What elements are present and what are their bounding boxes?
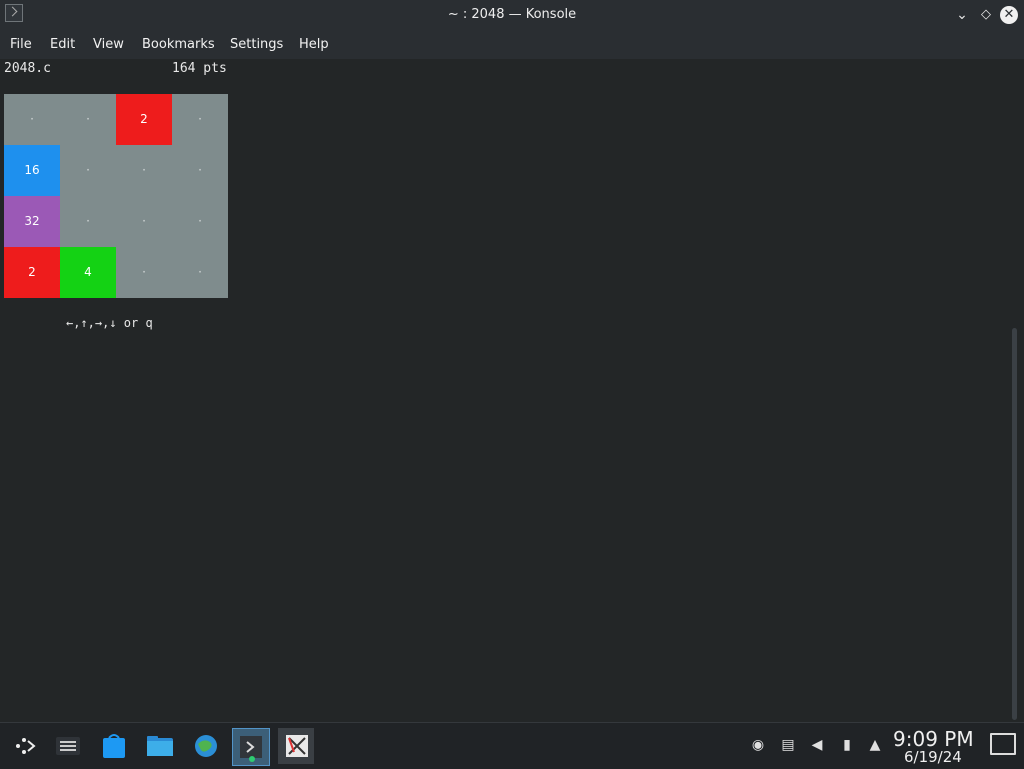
menu-file[interactable]: File [10,37,32,52]
board-tile: · [4,94,60,145]
board-tile: 4 [60,247,116,298]
clock-date[interactable]: 6/19/24 [904,748,962,766]
board-tile: 32 [4,196,60,247]
show-desktop-button[interactable] [990,733,1016,755]
volume-icon[interactable]: ◀ [809,737,825,753]
system-settings-icon[interactable] [50,728,86,764]
board-tile: · [116,145,172,196]
board-tile: 16 [4,145,60,196]
clipboard-icon[interactable]: ▤ [780,737,796,753]
menu-settings[interactable]: Settings [230,37,283,52]
board-tile: · [172,94,228,145]
board-tile: · [60,145,116,196]
menu-view[interactable]: View [93,37,124,52]
discover-store-icon[interactable] [96,728,132,764]
board-tile: · [60,196,116,247]
tray-expand-icon[interactable]: ▲ [867,737,883,753]
menu-edit[interactable]: Edit [50,37,75,52]
menubar: File Edit View Bookmarks Settings Help [0,30,1024,59]
game-score: 164 pts [172,61,227,76]
board-tile: · [116,247,172,298]
controls-hint: ←,↑,→,↓ or q [66,316,153,330]
app-launcher-icon[interactable] [6,728,42,764]
game-filename: 2048.c [4,61,51,76]
board-tile: · [172,196,228,247]
board-tile: 2 [116,94,172,145]
terminal-area[interactable]: 2048.c 164 pts · · 2 · 16 · · · 32 · · · 2 4 · · ←,↑,→,… [0,59,1006,720]
game-board: · · 2 · 16 · · · 32 · · · 2 4 · · [4,94,228,298]
minimize-button[interactable]: ⌄ [952,5,972,25]
board-tile: · [60,94,116,145]
maximize-button[interactable]: ◇ [976,5,996,25]
close-button[interactable]: ✕ [1000,6,1018,24]
browser-icon[interactable] [188,728,224,764]
board-tile: · [116,196,172,247]
menu-help[interactable]: Help [299,37,329,52]
xterm-icon[interactable] [278,728,314,764]
board-tile: · [172,145,228,196]
terminal-scrollbar[interactable] [1006,59,1024,720]
scrollbar-thumb[interactable] [1012,328,1017,720]
window-title: ~ : 2048 — Konsole [447,7,577,22]
board-tile: · [172,247,228,298]
window-titlebar[interactable]: ~ : 2048 — Konsole ⌄ ◇ ✕ [0,0,1024,30]
taskbar: ◉ ▤ ◀ ▮ ▲ 9:09 PM 6/19/24 [0,722,1024,769]
battery-icon[interactable]: ▮ [839,737,855,753]
board-tile: 2 [4,247,60,298]
network-icon[interactable]: ◉ [750,737,766,753]
menu-bookmarks[interactable]: Bookmarks [142,37,215,52]
konsole-icon[interactable] [232,728,270,766]
file-manager-icon[interactable] [142,728,178,764]
